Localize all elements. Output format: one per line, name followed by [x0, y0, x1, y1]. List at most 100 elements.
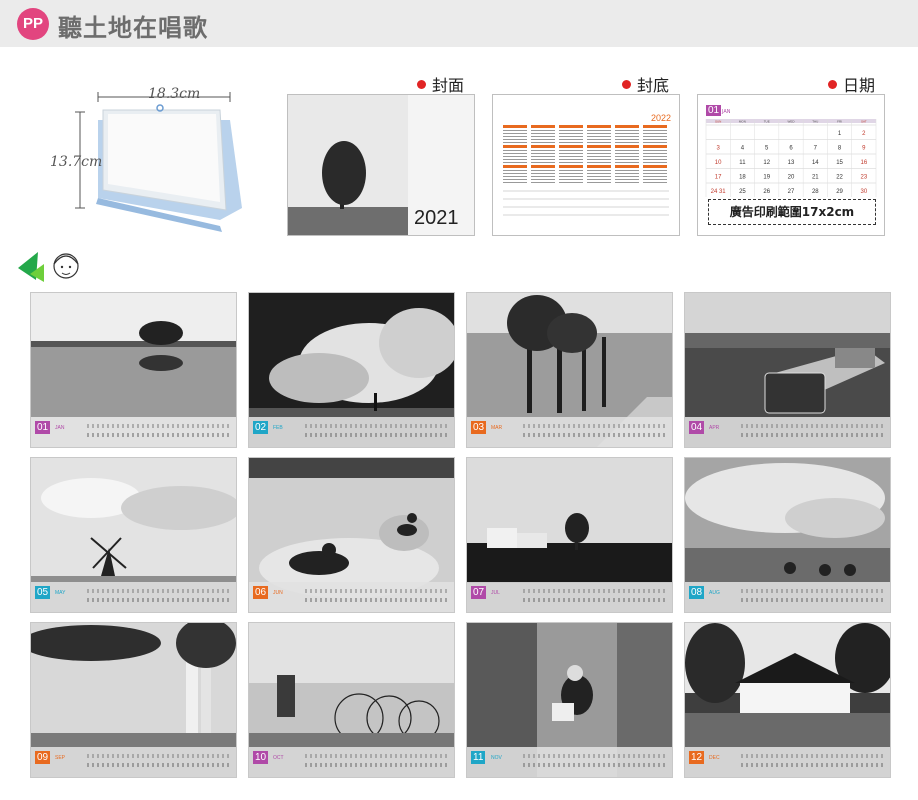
date-panel[interactable]: 01 JAN SUN MON TUE WED THU FRI SAT 1 2 3 4 5 6 7 8 9 10 1…: [697, 94, 885, 236]
day-row: [741, 598, 885, 602]
svg-text:SAT: SAT: [861, 120, 867, 124]
month-page-nov[interactable]: 11 NOV: [466, 622, 673, 778]
month-number: 07: [471, 586, 487, 599]
month-name: JAN: [55, 425, 65, 431]
width-dimension-label: 18.3cm: [148, 86, 201, 102]
svg-text:22: 22: [836, 175, 843, 181]
month-strip: 09 SEP: [31, 747, 236, 777]
bullet-icon: [828, 79, 837, 89]
day-row: [87, 598, 231, 602]
svg-text:2: 2: [862, 131, 866, 137]
svg-text:5: 5: [765, 146, 769, 152]
svg-text:24 31: 24 31: [711, 189, 727, 195]
svg-text:THU: THU: [812, 120, 818, 124]
month-number: 01: [35, 421, 51, 434]
mascot-illustration: [12, 246, 92, 286]
month-strip: 07 JUL: [467, 582, 672, 612]
bullet-icon: [417, 79, 426, 89]
year-overview-graphic: [503, 125, 669, 216]
month-strip: 10 OCT: [249, 747, 454, 777]
svg-text:18: 18: [739, 175, 746, 181]
svg-text:SUN: SUN: [715, 120, 721, 124]
girl-mascot-icon: [18, 252, 79, 282]
svg-text:TUE: TUE: [764, 120, 770, 124]
svg-text:27: 27: [788, 189, 795, 195]
svg-text:23: 23: [861, 175, 868, 181]
month-strip: 06 JUN: [249, 582, 454, 612]
weekday-row: [741, 589, 885, 593]
month-page-may[interactable]: 05 MAY: [30, 457, 237, 613]
svg-text:4: 4: [741, 146, 745, 152]
back-panel[interactable]: 2022: [492, 94, 680, 236]
svg-text:17: 17: [715, 175, 722, 181]
svg-text:13: 13: [788, 160, 795, 166]
month-page-dec[interactable]: 12 DEC: [684, 622, 891, 778]
svg-text:3: 3: [716, 146, 720, 152]
month-number: 08: [689, 586, 705, 599]
month-page-feb[interactable]: 02 FEB: [248, 292, 455, 448]
month-name: MAR: [491, 425, 503, 431]
weekday-row: [741, 424, 885, 428]
month-name: AUG: [709, 590, 720, 596]
svg-text:19: 19: [763, 175, 770, 181]
back-section-label: 封底: [622, 72, 669, 96]
month-number: 09: [35, 751, 51, 764]
svg-text:6: 6: [789, 146, 793, 152]
weekday-row: [523, 424, 667, 428]
weekday-row: [305, 424, 449, 428]
weekday-row: [305, 589, 449, 593]
month-name: NOV: [491, 755, 502, 761]
cover-section-label: 封面: [417, 72, 464, 96]
svg-text:30: 30: [861, 189, 868, 195]
month-strip: 11 NOV: [467, 747, 672, 777]
weekday-row: [305, 754, 449, 758]
month-page-jul[interactable]: 07 JUL: [466, 457, 673, 613]
day-row: [741, 763, 885, 767]
svg-text:16: 16: [861, 160, 868, 166]
svg-text:MON: MON: [739, 120, 746, 124]
svg-text:25: 25: [739, 189, 746, 195]
svg-text:12: 12: [763, 160, 770, 166]
svg-text:11: 11: [739, 160, 746, 166]
month-strip: 03 MAR: [467, 417, 672, 447]
day-row: [305, 598, 449, 602]
day-row: [523, 598, 667, 602]
month-name: JUL: [491, 590, 500, 596]
month-number: 10: [253, 751, 269, 764]
height-dimension-label: 13.7cm: [50, 154, 103, 170]
cover-year: 2021: [414, 207, 459, 229]
cover-panel[interactable]: 2021: [287, 94, 475, 236]
pp-logo-badge: PP: [17, 8, 49, 40]
month-page-apr[interactable]: 04 APR: [684, 292, 891, 448]
month-page-oct[interactable]: 10 OCT: [248, 622, 455, 778]
page-header: PP 聽土地在唱歌: [0, 0, 918, 47]
month-name: SEP: [55, 755, 66, 761]
month-page-aug[interactable]: 08 AUG: [684, 457, 891, 613]
month-name: OCT: [273, 755, 284, 761]
day-row: [523, 433, 667, 437]
month-page-jan[interactable]: 01 JAN: [30, 292, 237, 448]
weekday-row: [87, 424, 231, 428]
month-number: 11: [471, 751, 486, 764]
month-number: 02: [253, 421, 269, 434]
day-row: [305, 433, 449, 437]
month-page-sep[interactable]: 09 SEP: [30, 622, 237, 778]
svg-text:20: 20: [788, 175, 795, 181]
month-name: FEB: [273, 425, 283, 431]
month-page-mar[interactable]: 03 MAR: [466, 292, 673, 448]
month-number: 06: [253, 586, 269, 599]
svg-text:15: 15: [836, 160, 843, 166]
month-name: JUN: [273, 590, 283, 596]
day-row: [305, 763, 449, 767]
weekday-row: [741, 754, 885, 758]
svg-text:10: 10: [715, 160, 722, 166]
svg-text:7: 7: [814, 146, 818, 152]
weekday-row: [87, 589, 231, 593]
month-page-jun[interactable]: 06 JUN: [248, 457, 455, 613]
month-name: MAY: [55, 590, 66, 596]
month-number: 03: [471, 421, 487, 434]
svg-text:26: 26: [763, 189, 770, 195]
svg-text:21: 21: [812, 175, 819, 181]
svg-text:14: 14: [812, 160, 819, 166]
month-name: APR: [709, 425, 720, 431]
